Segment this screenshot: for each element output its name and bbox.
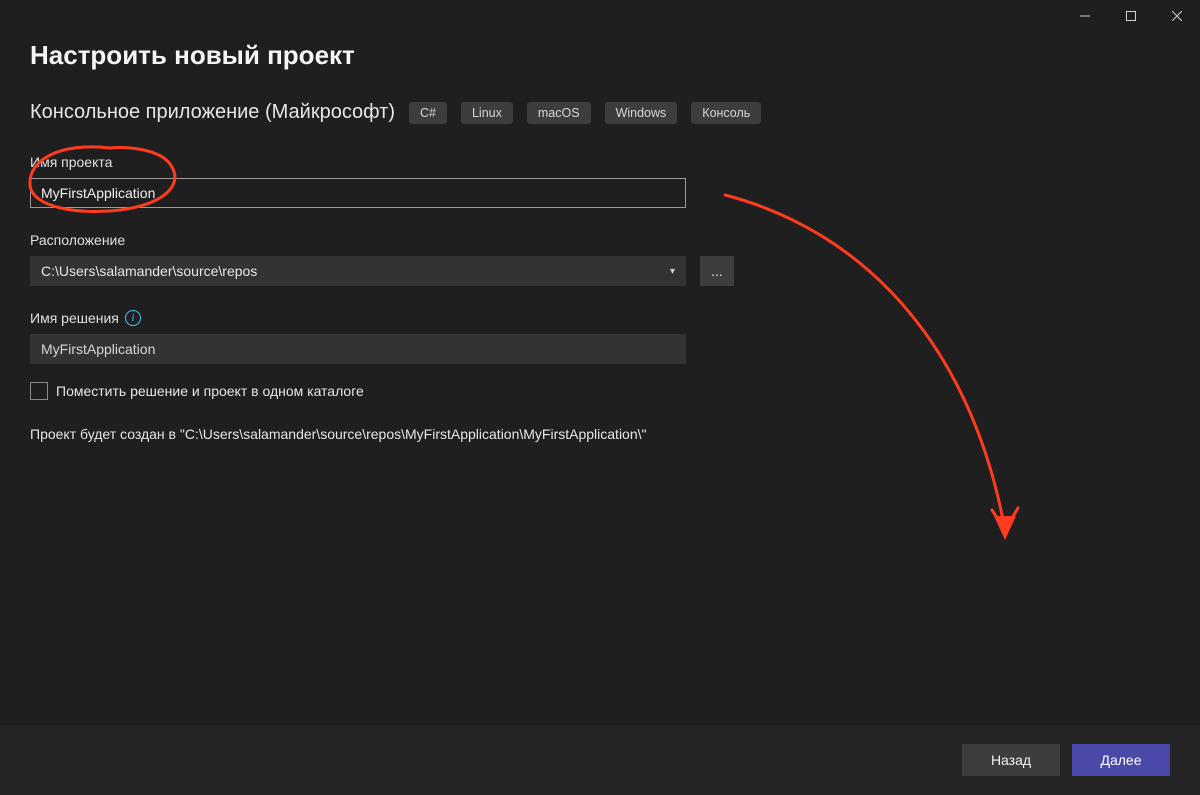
tag-console: Консоль: [691, 102, 761, 124]
project-name-input[interactable]: [30, 178, 686, 208]
project-name-section: Имя проекта: [30, 154, 1170, 208]
chevron-down-icon: ▾: [670, 266, 675, 277]
solution-name-input[interactable]: [30, 334, 686, 364]
location-label: Расположение: [30, 232, 1170, 248]
same-directory-label: Поместить решение и проект в одном катал…: [56, 383, 364, 399]
minimize-button[interactable]: [1062, 0, 1108, 32]
next-button[interactable]: Далее: [1072, 744, 1170, 776]
tag-macos: macOS: [527, 102, 591, 124]
creation-path-text: Проект будет создан в "C:\Users\salamand…: [30, 426, 1170, 442]
tag-csharp: C#: [409, 102, 447, 124]
solution-name-label: Имя решения i: [30, 310, 1170, 326]
subtitle-row: Консольное приложение (Майкрософт) C# Li…: [30, 101, 1170, 124]
close-button[interactable]: [1154, 0, 1200, 32]
info-icon[interactable]: i: [125, 310, 141, 326]
titlebar: [0, 0, 1200, 32]
footer: Назад Далее: [0, 725, 1200, 795]
project-name-label: Имя проекта: [30, 154, 1170, 170]
tag-linux: Linux: [461, 102, 513, 124]
maximize-button[interactable]: [1108, 0, 1154, 32]
back-button[interactable]: Назад: [962, 744, 1060, 776]
tag-windows: Windows: [605, 102, 678, 124]
project-type-label: Консольное приложение (Майкрософт): [30, 101, 395, 124]
solution-name-section: Имя решения i Поместить решение и проект…: [30, 310, 1170, 400]
page-title: Настроить новый проект: [30, 40, 1170, 71]
location-section: Расположение C:\Users\salamander\source\…: [30, 232, 1170, 286]
location-value: C:\Users\salamander\source\repos: [41, 263, 257, 279]
same-directory-checkbox[interactable]: [30, 382, 48, 400]
location-combobox[interactable]: C:\Users\salamander\source\repos ▾: [30, 256, 686, 286]
browse-button[interactable]: ...: [700, 256, 734, 286]
